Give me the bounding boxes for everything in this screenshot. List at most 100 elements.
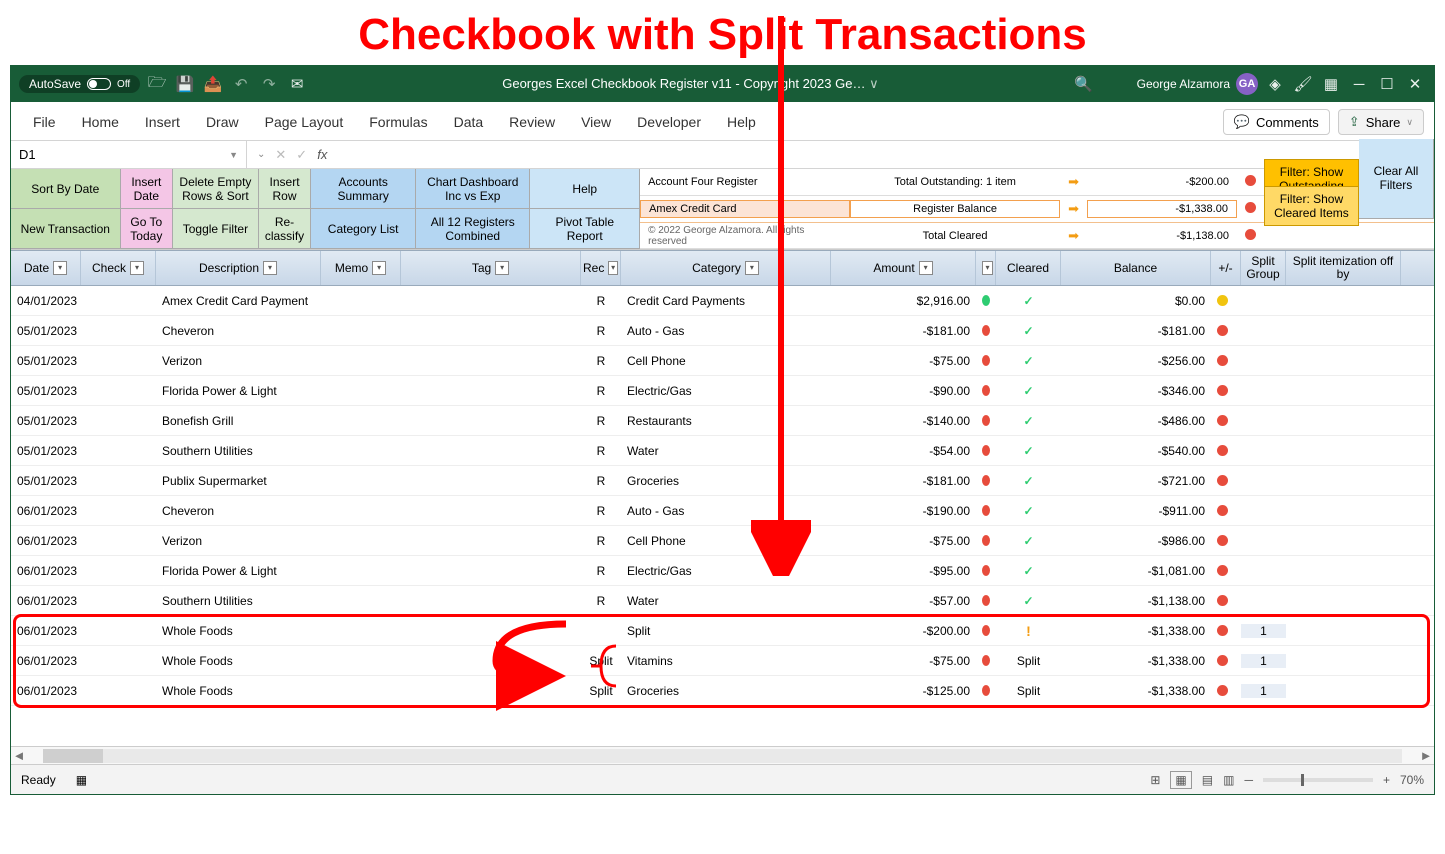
- undo-icon[interactable]: ↶: [230, 75, 252, 93]
- col-header-tag[interactable]: Tag▾: [401, 251, 581, 285]
- ribbon-tab-home[interactable]: Home: [70, 108, 131, 136]
- name-box[interactable]: D1▼: [11, 141, 247, 168]
- grid-icon[interactable]: ▦: [1320, 75, 1342, 93]
- table-row[interactable]: 06/01/2023VerizonRCell Phone-$75.00✓-$98…: [11, 526, 1434, 556]
- chart-dashboard-button[interactable]: Chart Dashboard Inc vs Exp: [416, 169, 530, 209]
- cancel-fx-icon[interactable]: ✕: [275, 147, 286, 163]
- filter-dropdown-icon[interactable]: ▾: [919, 261, 933, 275]
- ribbon-tab-page-layout[interactable]: Page Layout: [253, 108, 356, 136]
- filter-dropdown-icon[interactable]: ▾: [608, 261, 618, 275]
- scrollbar-thumb[interactable]: [43, 749, 103, 763]
- maximize-icon[interactable]: ☐: [1376, 75, 1398, 93]
- table-row[interactable]: 05/01/2023VerizonRCell Phone-$75.00✓-$25…: [11, 346, 1434, 376]
- redo-icon[interactable]: ↷: [258, 75, 280, 93]
- display-settings-icon[interactable]: ⊞: [1150, 773, 1160, 787]
- ribbon-tab-data[interactable]: Data: [442, 108, 496, 136]
- filter-dropdown-icon[interactable]: ▾: [745, 261, 759, 275]
- zoom-slider[interactable]: [1263, 778, 1373, 782]
- filter-dropdown-icon[interactable]: ▾: [130, 261, 144, 275]
- col-header-check[interactable]: Check▾: [81, 251, 156, 285]
- pivot-table-button[interactable]: Pivot Table Report: [530, 209, 640, 249]
- fx-icon[interactable]: fx: [317, 147, 327, 162]
- ribbon-tab-help[interactable]: Help: [715, 108, 768, 136]
- ribbon-tab-developer[interactable]: Developer: [625, 108, 713, 136]
- table-row[interactable]: 06/01/2023Whole FoodsSplitGroceries-$125…: [11, 676, 1434, 706]
- toggle-filter-button[interactable]: Toggle Filter: [173, 209, 259, 249]
- zoom-in-icon[interactable]: +: [1383, 773, 1390, 787]
- zoom-level[interactable]: 70%: [1400, 773, 1424, 787]
- reclassify-button[interactable]: Re-classify: [259, 209, 311, 249]
- insert-date-button[interactable]: Insert Date: [121, 169, 173, 209]
- table-row[interactable]: 05/01/2023Publix SupermarketRGroceries-$…: [11, 466, 1434, 496]
- table-row[interactable]: 05/01/2023CheveronRAuto - Gas-$181.00✓-$…: [11, 316, 1434, 346]
- accounts-summary-button[interactable]: Accounts Summary: [311, 169, 416, 209]
- goto-today-button[interactable]: Go To Today: [121, 209, 173, 249]
- col-header-rec[interactable]: Rec▾: [581, 251, 621, 285]
- table-row[interactable]: 05/01/2023Florida Power & LightRElectric…: [11, 376, 1434, 406]
- scroll-left-icon[interactable]: ◄: [11, 748, 27, 763]
- horizontal-scrollbar[interactable]: ◄ ►: [11, 746, 1434, 764]
- table-row[interactable]: 06/01/2023Whole FoodsSplitVitamins-$75.0…: [11, 646, 1434, 676]
- col-header-dot[interactable]: ▾: [976, 251, 996, 285]
- page-layout-icon[interactable]: ▤: [1202, 773, 1213, 787]
- col-header-cleared[interactable]: Cleared: [996, 251, 1061, 285]
- autosave-toggle[interactable]: AutoSave Off: [19, 75, 140, 93]
- export-icon[interactable]: 📤: [202, 75, 224, 93]
- col-header-memo[interactable]: Memo▾: [321, 251, 401, 285]
- diamond-icon[interactable]: ◈: [1264, 75, 1286, 93]
- insert-row-button[interactable]: Insert Row: [259, 169, 311, 209]
- sort-by-date-button[interactable]: Sort By Date: [11, 169, 121, 209]
- ribbon-tab-file[interactable]: File: [21, 108, 68, 136]
- task-icon[interactable]: ✉: [286, 75, 308, 93]
- open-icon[interactable]: 🗁: [146, 72, 168, 97]
- ribbon-tab-insert[interactable]: Insert: [133, 108, 192, 136]
- table-row[interactable]: 06/01/2023Florida Power & LightRElectric…: [11, 556, 1434, 586]
- share-button[interactable]: ⇪Share∨: [1338, 109, 1424, 135]
- save-icon[interactable]: 💾: [174, 75, 196, 93]
- help-button[interactable]: Help: [530, 169, 640, 209]
- close-icon[interactable]: ✕: [1404, 75, 1426, 93]
- col-header-description[interactable]: Description▾: [156, 251, 321, 285]
- macro-icon[interactable]: ▦: [76, 773, 87, 787]
- filter-dropdown-icon[interactable]: ▾: [982, 261, 993, 275]
- category-list-button[interactable]: Category List: [311, 209, 416, 249]
- formula-input[interactable]: [337, 146, 1399, 163]
- col-header-amount[interactable]: Amount▾: [831, 251, 976, 285]
- ribbon-tab-view[interactable]: View: [569, 108, 623, 136]
- enter-fx-icon[interactable]: ✓: [296, 147, 307, 163]
- table-row[interactable]: 06/01/2023Whole FoodsSplit-$200.00!-$1,3…: [11, 616, 1434, 646]
- user-avatar[interactable]: GA: [1236, 73, 1258, 95]
- table-row[interactable]: 05/01/2023Bonefish GrillRRestaurants-$14…: [11, 406, 1434, 436]
- all-registers-button[interactable]: All 12 Registers Combined: [416, 209, 530, 249]
- filter-dropdown-icon[interactable]: ▾: [53, 261, 67, 275]
- zoom-out-icon[interactable]: ─: [1244, 773, 1253, 787]
- user-name[interactable]: George Alzamora: [1137, 77, 1230, 91]
- page-break-icon[interactable]: ▥: [1223, 773, 1234, 787]
- scroll-right-icon[interactable]: ►: [1418, 748, 1434, 763]
- col-header-split-group[interactable]: Split Group: [1241, 251, 1286, 285]
- ribbon-tab-review[interactable]: Review: [497, 108, 567, 136]
- table-row[interactable]: 05/01/2023Southern UtilitiesRWater-$54.0…: [11, 436, 1434, 466]
- brush-icon[interactable]: 🖌: [1292, 75, 1314, 93]
- account-name[interactable]: Amex Credit Card: [640, 200, 850, 218]
- filter-dropdown-icon[interactable]: ▾: [495, 261, 509, 275]
- minimize-icon[interactable]: ─: [1348, 76, 1370, 93]
- table-row[interactable]: 04/01/2023Amex Credit Card PaymentRCredi…: [11, 286, 1434, 316]
- col-header-split-itemization-off-by[interactable]: Split itemization off by: [1286, 251, 1401, 285]
- filter-cleared-button[interactable]: Filter: Show Cleared Items: [1264, 186, 1359, 226]
- normal-view-icon[interactable]: ▦: [1170, 771, 1191, 789]
- table-row[interactable]: 06/01/2023CheveronRAuto - Gas-$190.00✓-$…: [11, 496, 1434, 526]
- ribbon-tab-draw[interactable]: Draw: [194, 108, 251, 136]
- col-header-balance[interactable]: Balance: [1061, 251, 1211, 285]
- fx-dropdown[interactable]: ⌄: [257, 149, 265, 160]
- delete-empty-button[interactable]: Delete Empty Rows & Sort: [173, 169, 259, 209]
- comments-button[interactable]: 💬Comments: [1223, 109, 1330, 135]
- ribbon-tab-formulas[interactable]: Formulas: [357, 108, 439, 136]
- col-header-category[interactable]: Category▾: [621, 251, 831, 285]
- filter-dropdown-icon[interactable]: ▾: [263, 261, 277, 275]
- new-transaction-button[interactable]: New Transaction: [11, 209, 121, 249]
- filter-dropdown-icon[interactable]: ▾: [372, 261, 386, 275]
- table-row[interactable]: 06/01/2023Southern UtilitiesRWater-$57.0…: [11, 586, 1434, 616]
- col-header-date[interactable]: Date▾: [11, 251, 81, 285]
- col-header--[interactable]: +/-: [1211, 251, 1241, 285]
